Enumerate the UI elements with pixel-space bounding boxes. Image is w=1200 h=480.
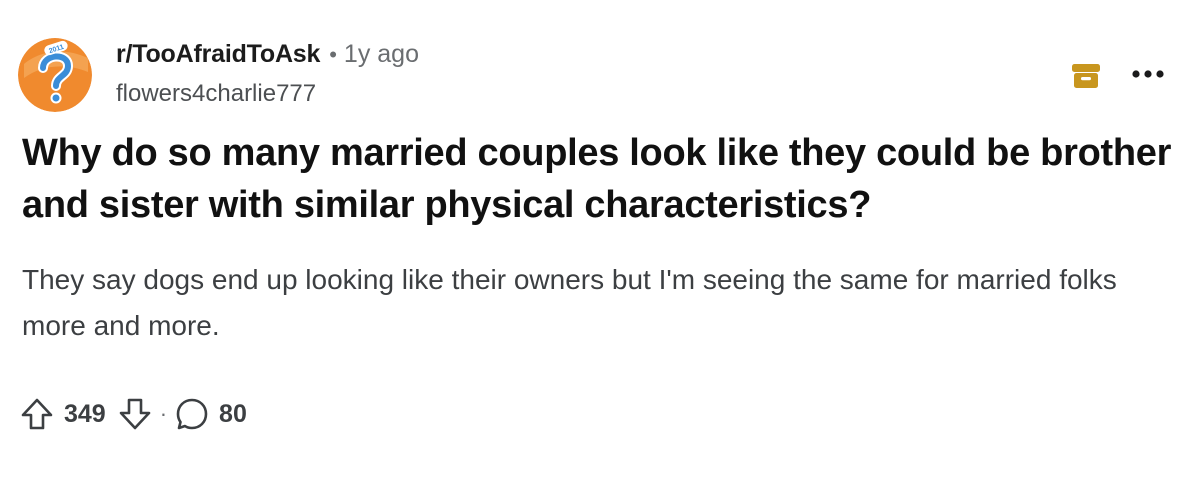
upvote-count: 349 [64,399,106,428]
actions-separator: · [159,401,168,426]
question-mark-avatar-icon: 2011 [18,38,92,112]
post-meta: r/TooAfraidToAsk • 1y ago flowers4charli… [116,40,419,108]
archive-icon[interactable] [1070,62,1102,90]
downvote-icon[interactable] [118,397,152,431]
post-body: They say dogs end up looking like their … [22,264,1117,341]
post-card[interactable]: 2011 r/TooAfraidToAsk • 1y ago flowers4c… [0,0,1200,480]
post-title[interactable]: Why do so many married couples look like… [22,127,1172,231]
upvote-icon[interactable] [20,397,54,431]
author-link[interactable]: flowers4charlie777 [116,80,419,108]
meta-separator: • [329,42,337,67]
subreddit-avatar[interactable]: 2011 [18,38,92,112]
comment-count[interactable]: 80 [219,400,247,429]
comment-icon[interactable] [175,397,209,431]
subreddit-link[interactable]: r/TooAfraidToAsk [116,40,320,69]
post-time: 1y ago [343,40,419,68]
more-options-icon[interactable] [1128,62,1168,86]
post-actions: 349 · 80 [20,396,247,432]
